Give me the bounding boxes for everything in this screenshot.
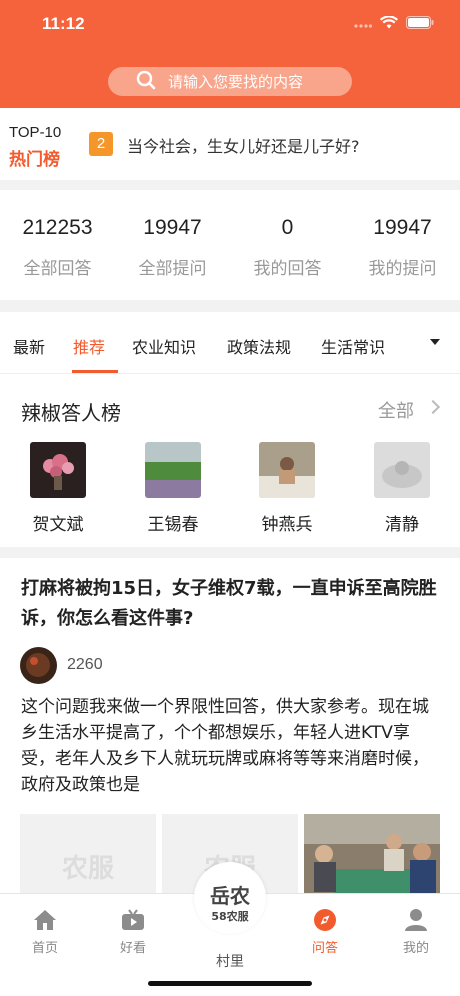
- village-center-button[interactable]: 岳农 58农服: [194, 862, 266, 934]
- user-icon: [403, 908, 429, 932]
- tab-policy[interactable]: 政策法规: [227, 334, 291, 358]
- ranking-all-link[interactable]: 全部: [378, 397, 414, 423]
- tab-life-tips[interactable]: 生活常识: [321, 334, 385, 358]
- tab-recommended[interactable]: 推荐: [73, 334, 105, 358]
- battery-icon: [406, 14, 434, 33]
- article-title[interactable]: 打麻将被拘15日，女子维权7载，一直申诉至高院胜诉，你怎么看这件事?: [21, 574, 441, 634]
- home-indicator: [148, 981, 312, 986]
- stats-panel: 212253 全部回答 19947 全部提问 0 我的回答 19947 我的提问: [0, 190, 460, 300]
- ranking-user[interactable]: 钟燕兵: [259, 442, 315, 535]
- nav-label: 我的: [402, 941, 429, 956]
- signal-icon: [354, 14, 373, 33]
- hot-question[interactable]: 当今社会，生女儿好还是儿子好?: [127, 133, 360, 157]
- search-input[interactable]: 请输入您要找的内容: [108, 67, 352, 96]
- chevron-right-icon[interactable]: [425, 399, 441, 415]
- hot-top-label: TOP-10: [9, 124, 62, 141]
- tv-icon: [120, 908, 146, 932]
- active-tab-indicator: [72, 370, 118, 373]
- divider: [0, 180, 460, 190]
- center-logo-subtitle: 58农服: [211, 910, 249, 923]
- nav-label: 好看: [119, 941, 146, 956]
- ranking-user-name: 钟燕兵: [261, 515, 313, 535]
- answerer-ranking: 辣椒答人榜 全部 贺文斌 王锡春 钟燕兵 清静: [0, 375, 460, 547]
- stat-value: 0: [281, 216, 294, 239]
- stat-label: 我的回答: [253, 259, 322, 279]
- ranking-title: 辣椒答人榜: [21, 401, 121, 425]
- app-header: 11:12 请输入您要找的内容: [0, 0, 460, 108]
- ranking-user-name: 清静: [385, 515, 419, 535]
- avatar[interactable]: [20, 647, 57, 684]
- avatar: [145, 442, 201, 498]
- nav-home[interactable]: 首页: [15, 908, 75, 956]
- status-icons: [354, 14, 434, 33]
- divider: [0, 547, 460, 558]
- search-icon: [136, 70, 156, 94]
- nav-label: 问答: [311, 941, 338, 956]
- article-image[interactable]: 农服: [20, 814, 156, 904]
- compass-icon: [312, 908, 338, 932]
- article-image[interactable]: [304, 814, 440, 904]
- stat-label: 全部回答: [23, 259, 92, 279]
- tab-agri-knowledge[interactable]: 农业知识: [132, 334, 196, 358]
- rank-badge: 2: [89, 132, 113, 156]
- tab-dropdown-icon[interactable]: [430, 339, 440, 345]
- stat-value: 212253: [22, 216, 93, 239]
- ranking-user-name: 王锡春: [147, 515, 199, 535]
- avatar: [259, 442, 315, 498]
- stat-label: 我的提问: [368, 259, 437, 279]
- stat-label: 全部提问: [138, 259, 207, 279]
- center-logo-title: 岳农: [210, 884, 250, 908]
- tab-latest[interactable]: 最新: [13, 334, 45, 358]
- hot-list-banner[interactable]: TOP-10 热门榜 2 当今社会，生女儿好还是儿子好?: [0, 108, 460, 180]
- status-time: 11:12: [42, 14, 85, 33]
- ranking-user-name: 贺文斌: [32, 515, 84, 535]
- stat-all-answers[interactable]: 212253 全部回答: [0, 216, 115, 279]
- avatar: [30, 442, 86, 498]
- nav-watch[interactable]: 好看: [103, 908, 163, 956]
- avatar: [374, 442, 430, 498]
- search-placeholder: 请输入您要找的内容: [168, 73, 304, 91]
- stat-all-questions[interactable]: 19947 全部提问: [115, 216, 230, 279]
- ranking-user[interactable]: 清静: [374, 442, 430, 535]
- stat-my-questions[interactable]: 19947 我的提问: [345, 216, 460, 279]
- hot-list-title: 热门榜: [9, 150, 60, 170]
- nav-village-label[interactable]: 村里: [200, 951, 260, 971]
- nav-label: 首页: [31, 941, 58, 956]
- category-tabs: 最新 推荐 农业知识 政策法规 生活常识: [0, 312, 460, 374]
- ranking-user[interactable]: 贺文斌: [30, 442, 86, 535]
- image-watermark: 农服: [61, 854, 114, 884]
- article-card[interactable]: 打麻将被拘15日，女子维权7载，一直申诉至高院胜诉，你怎么看这件事? 2260 …: [0, 558, 460, 904]
- home-icon: [32, 908, 58, 932]
- wifi-icon: [380, 14, 398, 33]
- article-view-count: 2260: [67, 656, 103, 673]
- nav-qa[interactable]: 问答: [295, 908, 355, 956]
- stat-value: 19947: [373, 216, 432, 239]
- article-body[interactable]: 这个问题我来做一个界限性回答，供大家参考。现在城乡生活水平提高了，个个都想娱乐，…: [21, 694, 441, 798]
- divider: [0, 300, 460, 312]
- nav-mine[interactable]: 我的: [386, 908, 446, 956]
- stat-value: 19947: [143, 216, 202, 239]
- stat-my-answers[interactable]: 0 我的回答: [230, 216, 345, 279]
- ranking-user[interactable]: 王锡春: [145, 442, 201, 535]
